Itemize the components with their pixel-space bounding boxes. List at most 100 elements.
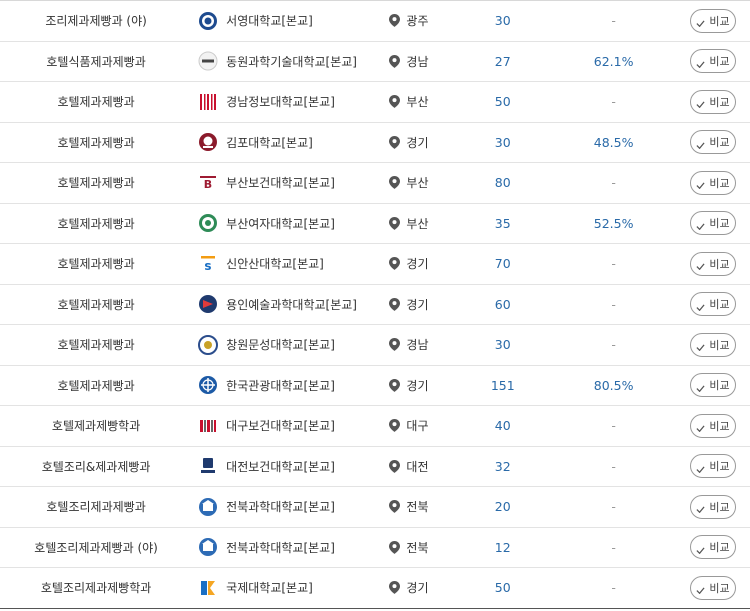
school-name[interactable]: 부산보건대학교[본교] <box>226 174 335 191</box>
school-cell[interactable]: 한국관광대학교[본교] <box>192 375 385 395</box>
compare-cell: 비교 <box>690 130 750 155</box>
department-name[interactable]: 호텔제과제빵과 <box>0 174 192 191</box>
school-cell[interactable]: 용인예술과학대학교[본교] <box>192 294 385 314</box>
school-cell[interactable]: B 부산보건대학교[본교] <box>192 173 385 193</box>
school-cell[interactable]: 서영대학교[본교] <box>192 11 385 31</box>
table-row: 호텔조리제과제빵과 (야) 전북과학대학교[본교] 전북 12 - 비교 <box>0 528 750 568</box>
department-name[interactable]: 호텔식품제과제빵과 <box>0 53 192 70</box>
school-name[interactable]: 동원과학기술대학교[본교] <box>226 53 357 70</box>
department-name[interactable]: 호텔제과제빵과 <box>0 134 192 151</box>
quota-value: 50 <box>494 580 511 596</box>
region-cell: 경기 <box>385 296 468 313</box>
map-pin-icon <box>389 257 401 271</box>
department-name[interactable]: 호텔조리&제과제빵과 <box>0 458 192 475</box>
school-name[interactable]: 김포대학교[본교] <box>226 134 313 151</box>
check-icon <box>696 260 705 271</box>
region-name: 경남 <box>406 338 429 353</box>
check-icon <box>696 584 705 595</box>
school-name[interactable]: 신안산대학교[본교] <box>226 255 324 272</box>
school-name[interactable]: 창원문성대학교[본교] <box>226 336 335 353</box>
compare-button[interactable]: 비교 <box>690 575 736 600</box>
department-name[interactable]: 호텔제과제빵과 <box>0 215 192 232</box>
compare-button[interactable]: 비교 <box>690 251 736 276</box>
department-name[interactable]: 호텔조리제과제빵과 (야) <box>0 539 192 556</box>
school-cell[interactable]: 대구보건대학교[본교] <box>192 416 385 436</box>
map-pin-icon <box>389 459 401 473</box>
compare-label: 비교 <box>709 14 730 28</box>
school-name[interactable]: 부산여자대학교[본교] <box>226 215 335 232</box>
yongin-logo-icon <box>198 294 218 314</box>
quota-value: 30 <box>494 13 511 29</box>
school-cell[interactable]: 전북과학대학교[본교] <box>192 497 385 517</box>
compare-cell: 비교 <box>690 8 750 33</box>
school-cell[interactable]: 전북과학대학교[본교] <box>192 537 385 557</box>
compare-label: 비교 <box>709 176 730 190</box>
quota-value: 30 <box>494 134 511 150</box>
compare-button[interactable]: 비교 <box>690 8 736 33</box>
compare-button[interactable]: 비교 <box>690 170 736 195</box>
map-pin-icon <box>389 95 401 109</box>
school-cell[interactable]: 동원과학기술대학교[본교] <box>192 51 385 71</box>
compare-button[interactable]: 비교 <box>690 332 736 357</box>
table-row: 호텔제과제빵과 창원문성대학교[본교] 경남 30 - 비교 <box>0 325 750 366</box>
department-name[interactable]: 조리제과제빵과 (야) <box>0 12 192 29</box>
check-icon <box>696 422 705 433</box>
school-cell[interactable]: 창원문성대학교[본교] <box>192 334 385 355</box>
region-cell: 경기 <box>385 377 468 394</box>
compare-label: 비교 <box>709 379 730 393</box>
check-icon <box>696 382 705 392</box>
region-cell: 전북 <box>385 539 468 556</box>
compare-button[interactable]: 비교 <box>690 454 736 479</box>
department-name[interactable]: 호텔제과제빵과 <box>0 336 192 353</box>
region-cell: 경남 <box>385 336 468 353</box>
quota-value: 40 <box>494 418 511 434</box>
region-cell: 경기 <box>385 255 468 272</box>
rate-value: - <box>611 580 616 596</box>
compare-button[interactable]: 비교 <box>690 89 736 114</box>
compare-button[interactable]: 비교 <box>690 292 736 317</box>
school-cell[interactable]: 국제대학교[본교] <box>192 578 385 598</box>
school-name[interactable]: 국제대학교[본교] <box>226 579 313 596</box>
compare-label: 비교 <box>709 460 730 474</box>
compare-button[interactable]: 비교 <box>690 494 736 519</box>
school-name[interactable]: 경남정보대학교[본교] <box>226 93 335 110</box>
region-cell: 경기 <box>385 134 468 151</box>
dongwon-logo-icon <box>198 51 218 71</box>
school-cell[interactable]: 부산여자대학교[본교] <box>192 213 385 233</box>
department-list: 조리제과제빵과 (야) 서영대학교[본교] 광주 30 - 비교 호텔식품제과제… <box>0 0 750 609</box>
department-name[interactable]: 호텔제과제빵과 <box>0 377 192 394</box>
compare-button[interactable]: 비교 <box>690 211 736 236</box>
school-name[interactable]: 대구보건대학교[본교] <box>226 417 335 434</box>
kyungnam-info-logo-icon <box>198 92 218 112</box>
rate-value: 52.5% <box>593 215 634 231</box>
department-name[interactable]: 호텔조리제과제빵학과 <box>0 579 192 596</box>
compare-button[interactable]: 비교 <box>690 49 736 74</box>
department-name[interactable]: 호텔조리제과제빵과 <box>0 498 192 515</box>
compare-button[interactable]: 비교 <box>690 373 736 398</box>
school-name[interactable]: 용인예술과학대학교[본교] <box>226 296 357 313</box>
department-name[interactable]: 호텔제과제빵과 <box>0 296 192 313</box>
compare-button[interactable]: 비교 <box>690 130 736 155</box>
department-name[interactable]: 호텔제과제빵과 <box>0 255 192 272</box>
compare-button[interactable]: 비교 <box>690 535 736 560</box>
school-name[interactable]: 전북과학대학교[본교] <box>226 498 335 515</box>
school-name[interactable]: 전북과학대학교[본교] <box>226 539 335 556</box>
compare-label: 비교 <box>709 298 730 312</box>
compare-label: 비교 <box>709 541 730 555</box>
department-name[interactable]: 호텔제과제빵과 <box>0 93 192 110</box>
department-name[interactable]: 호텔제과제빵학과 <box>0 417 192 434</box>
compare-label: 비교 <box>709 338 730 352</box>
region-name: 대구 <box>406 419 429 434</box>
school-name[interactable]: 대전보건대학교[본교] <box>226 458 335 475</box>
map-pin-icon <box>389 338 401 352</box>
school-cell[interactable]: s 신안산대학교[본교] <box>192 254 385 274</box>
school-cell[interactable]: 경남정보대학교[본교] <box>192 92 385 112</box>
check-icon <box>696 98 705 109</box>
school-cell[interactable]: 대전보건대학교[본교] <box>192 456 385 476</box>
quota-value: 80 <box>494 175 511 191</box>
school-name[interactable]: 서영대학교[본교] <box>226 12 313 29</box>
school-name[interactable]: 한국관광대학교[본교] <box>226 377 335 394</box>
compare-button[interactable]: 비교 <box>690 413 736 438</box>
quota-value: 70 <box>494 256 511 272</box>
school-cell[interactable]: 김포대학교[본교] <box>192 132 385 152</box>
